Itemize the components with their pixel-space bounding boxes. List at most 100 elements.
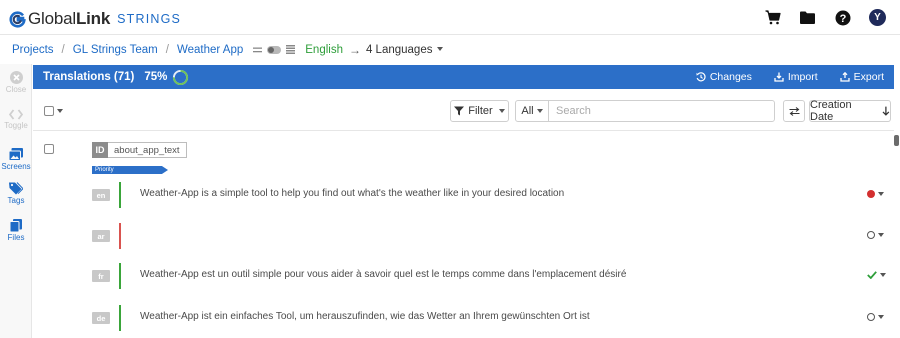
- rail-screens[interactable]: Screens: [0, 148, 32, 171]
- export-icon: [839, 72, 850, 82]
- language-code: en: [92, 189, 110, 201]
- breadcrumb: Projects / GL Strings Team / Weather App…: [0, 36, 900, 63]
- row-status-bar: [119, 263, 121, 289]
- svg-text:?: ?: [839, 13, 846, 25]
- priority-tag[interactable]: Priority: [92, 166, 168, 174]
- string-checkbox[interactable]: [44, 144, 54, 154]
- export-label: Export: [853, 71, 884, 83]
- header-actions: Changes Import Export: [696, 65, 884, 89]
- import-label: Import: [787, 71, 818, 83]
- translations-title: Translations (71): [43, 71, 135, 83]
- list-view-icon[interactable]: [286, 45, 296, 54]
- checkmark-icon: [867, 271, 877, 279]
- brand-product: STRINGS: [117, 12, 182, 26]
- rail-label: Files: [7, 233, 25, 242]
- rail-label: Screens: [1, 162, 31, 171]
- help-icon[interactable]: ?: [834, 9, 851, 26]
- status-dropdown[interactable]: [867, 271, 886, 279]
- select-all-checkbox[interactable]: [44, 106, 54, 116]
- screens-icon: [9, 148, 23, 161]
- chevron-down-icon: [498, 109, 505, 113]
- swap-button[interactable]: [783, 100, 805, 122]
- progress-percent: 75%: [144, 71, 168, 83]
- rail-label: Toggle: [4, 121, 28, 130]
- translation-row[interactable]: de Weather-App ist ein einfaches Tool, u…: [33, 305, 894, 331]
- swap-arrows-icon: [789, 106, 799, 116]
- chevron-down-icon: [880, 273, 886, 277]
- rail-tags[interactable]: Tags: [0, 182, 32, 205]
- app-logo[interactable]: GlobalLink STRINGS: [9, 9, 181, 29]
- chevron-down-icon: [878, 192, 884, 196]
- select-all-dropdown-icon[interactable]: [57, 109, 63, 113]
- status-dropdown[interactable]: [867, 231, 884, 239]
- rail-close: Close: [0, 71, 32, 94]
- chevron-down-icon: [437, 47, 444, 52]
- folder-icon[interactable]: [799, 9, 816, 26]
- history-icon: [696, 72, 706, 82]
- filter-icon: [454, 106, 465, 116]
- left-rail: Close Toggle Screens Tags Files: [0, 64, 32, 338]
- translation-row[interactable]: ar: [33, 223, 894, 249]
- toggle-icon[interactable]: [267, 45, 282, 54]
- close-icon: [9, 71, 23, 84]
- sort-button[interactable]: Creation Date: [809, 99, 891, 123]
- brand-name: GlobalLink: [28, 9, 111, 28]
- sort-label: Creation Date: [810, 99, 852, 123]
- status-dropdown[interactable]: [867, 190, 884, 198]
- filter-button[interactable]: Filter: [450, 100, 509, 122]
- user-avatar[interactable]: Y: [869, 9, 886, 26]
- source-language: English: [305, 43, 343, 56]
- rail-label: Tags: [7, 196, 25, 205]
- filter-label: Filter: [468, 105, 493, 117]
- rail-label: Close: [5, 85, 27, 94]
- arrow-right-icon: →: [348, 42, 361, 57]
- string-id-badge[interactable]: ID about_app_text: [92, 142, 187, 158]
- rail-files[interactable]: Files: [0, 219, 32, 242]
- top-bar: GlobalLink STRINGS ? Y: [0, 0, 900, 35]
- export-button[interactable]: Export: [839, 71, 884, 83]
- string-list: ID about_app_text Priority en Weather-Ap…: [33, 132, 894, 338]
- scrollbar-thumb[interactable]: [894, 135, 899, 146]
- row-status-bar: [119, 182, 121, 208]
- breadcrumb-projects[interactable]: Projects: [12, 44, 54, 56]
- translation-row[interactable]: fr Weather-App est un outil simple pour …: [33, 263, 894, 289]
- chevron-down-icon: [878, 315, 884, 319]
- files-icon: [10, 219, 22, 232]
- status-dropdown[interactable]: [867, 313, 884, 321]
- translation-text: Weather-App est un outil simple pour vou…: [140, 269, 627, 280]
- language-code: ar: [92, 230, 110, 242]
- language-code: de: [92, 312, 110, 324]
- row-status-bar: [119, 305, 121, 331]
- arrow-down-icon: [882, 106, 890, 116]
- filter-row: Filter All Creation Date: [33, 89, 894, 131]
- target-languages-label: 4 Languages: [365, 43, 433, 56]
- chevron-down-icon: [878, 233, 884, 237]
- row-status-bar: [119, 223, 121, 249]
- globallink-logo-icon: [9, 10, 26, 28]
- scope-select[interactable]: All: [515, 100, 549, 122]
- empty-circle-icon: [867, 313, 875, 321]
- cart-icon[interactable]: [764, 9, 781, 26]
- equals-icon[interactable]: [253, 47, 263, 53]
- chevron-down-icon: [536, 109, 543, 113]
- breadcrumb-team[interactable]: GL Strings Team: [73, 44, 158, 56]
- rail-toggle: Toggle: [0, 109, 32, 130]
- changes-button[interactable]: Changes: [696, 71, 752, 83]
- translation-text: Weather-App is a simple tool to help you…: [140, 188, 565, 199]
- id-label: ID: [92, 142, 108, 158]
- translation-text: Weather-App ist ein einfaches Tool, um h…: [140, 311, 590, 322]
- view-tools: [253, 45, 296, 54]
- changes-label: Changes: [709, 71, 752, 83]
- breadcrumb-project[interactable]: Weather App: [177, 44, 243, 56]
- target-languages-dropdown[interactable]: 4 Languages: [366, 44, 444, 56]
- breadcrumb-separator: /: [61, 43, 65, 56]
- search-input[interactable]: [548, 100, 775, 122]
- import-icon: [774, 72, 784, 82]
- empty-circle-icon: [867, 231, 875, 239]
- string-key: about_app_text: [108, 142, 187, 158]
- breadcrumb-separator: /: [165, 43, 169, 56]
- progress-ring-icon: [173, 69, 189, 85]
- language-code: fr: [92, 270, 110, 282]
- import-button[interactable]: Import: [774, 71, 818, 83]
- translation-row[interactable]: en Weather-App is a simple tool to help …: [33, 182, 894, 208]
